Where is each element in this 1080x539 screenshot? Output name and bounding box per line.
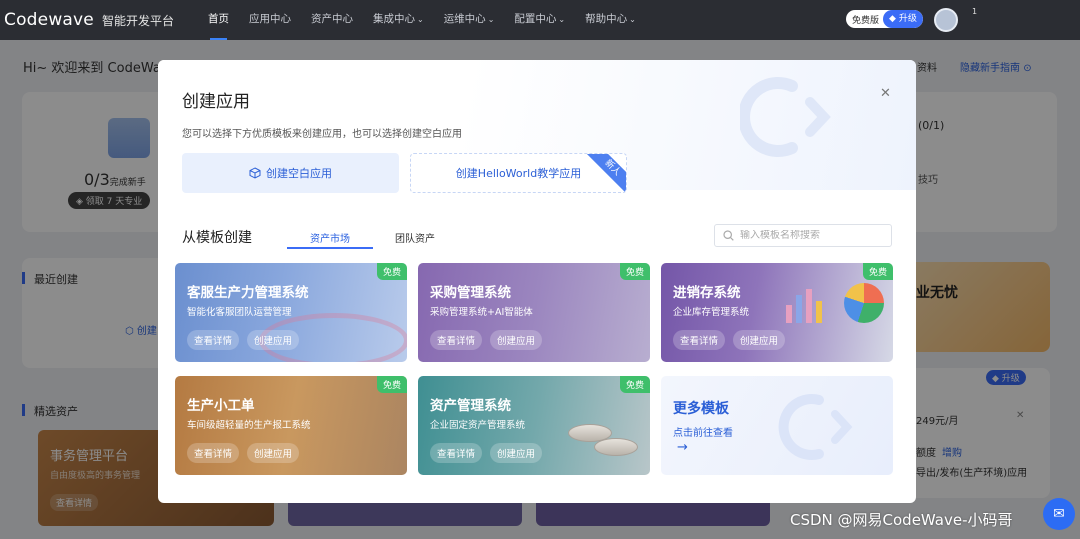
arrow-right-icon: → — [677, 440, 688, 455]
chat-icon[interactable]: ✉ — [1043, 498, 1075, 530]
template-title: 生产小工单 — [187, 398, 255, 414]
template-search — [714, 224, 892, 247]
logo[interactable]: Codewave — [4, 10, 94, 30]
free-badge: 免费 — [619, 376, 650, 393]
chevron-down-icon: ⌄ — [487, 15, 495, 24]
template-card-work-order[interactable]: 免费 生产小工单 车间级超轻量的生产报工系统 查看详情 创建应用 — [175, 376, 407, 475]
template-subtitle: 车间级超轻量的生产报工系统 — [187, 420, 311, 431]
active-tab-indicator — [287, 247, 373, 249]
template-card-procurement[interactable]: 免费 采购管理系统 采购管理系统+AI智能体 查看详情 创建应用 — [418, 263, 650, 362]
cube-icon — [249, 167, 261, 179]
chevron-down-icon: ⌄ — [558, 15, 566, 24]
tab-team-assets[interactable]: 团队资产 — [395, 230, 435, 245]
create-app-modal: 创建应用 ✕ 您可以选择下方优质模板来创建应用，也可以选择创建空白应用 创建空白… — [158, 60, 916, 503]
template-subtitle: 智能化客服团队运营管理 — [187, 307, 292, 318]
template-title: 采购管理系统 — [430, 285, 511, 301]
codewave-logo-icon — [740, 77, 831, 157]
view-details-button[interactable]: 查看详情 — [673, 330, 726, 350]
create-helloworld-app-button[interactable]: 创建HelloWorld教学应用 新人 — [410, 153, 627, 193]
upgrade-button[interactable]: ◆ 升级 — [883, 10, 923, 28]
create-app-button[interactable]: 创建应用 — [490, 330, 543, 350]
pie-chart-illustration — [844, 283, 884, 323]
chevron-down-icon: ⌄ — [416, 15, 424, 24]
nav-item-integration-center[interactable]: 集成中心 ⌄ — [363, 0, 434, 40]
watermark: CSDN @网易CodeWave-小码哥 — [790, 511, 1013, 529]
template-subtitle: 企业库存管理系统 — [673, 307, 750, 318]
nav-item-help-center[interactable]: 帮助中心 ⌄ — [575, 0, 646, 40]
bar-chart-illustration — [786, 283, 831, 323]
template-subtitle: 采购管理系统+AI智能体 — [430, 307, 533, 318]
template-card-customer-service[interactable]: 免费 客服生产力管理系统 智能化客服团队运营管理 查看详情 创建应用 — [175, 263, 407, 362]
top-nav-bar: Codewave 智能开发平台 首页 应用中心 资产中心 集成中心 ⌄ 运维中心 ⌄… — [0, 0, 1080, 40]
template-title: 资产管理系统 — [430, 398, 511, 414]
nav-item-asset-center[interactable]: 资产中心 — [301, 0, 363, 40]
template-title: 客服生产力管理系统 — [187, 285, 309, 301]
free-badge: 免费 — [376, 376, 407, 393]
template-card-inventory[interactable]: 免费 进销存系统 企业库存管理系统 查看详情 创建应用 — [661, 263, 893, 362]
templates-section-title: 从模板创建 — [182, 230, 252, 246]
view-details-button[interactable]: 查看详情 — [430, 443, 483, 463]
coin-illustration — [594, 438, 638, 456]
chevron-down-icon: ⌄ — [629, 15, 636, 24]
template-search-input[interactable] — [740, 230, 880, 241]
plan-label: 免费版 — [852, 15, 880, 26]
user-name[interactable]: 1 — [972, 6, 977, 18]
more-templates-title: 更多模板 — [673, 401, 729, 417]
create-app-button[interactable]: 创建应用 — [247, 443, 300, 463]
tab-asset-market[interactable]: 资产市场 — [310, 230, 350, 245]
create-blank-app-button[interactable]: 创建空白应用 — [182, 153, 399, 193]
nav-item-config-center[interactable]: 配置中心 ⌄ — [504, 0, 575, 40]
modal-description: 您可以选择下方优质模板来创建应用，也可以选择创建空白应用 — [182, 129, 462, 140]
nav-item-ops-center[interactable]: 运维中心 ⌄ — [434, 0, 505, 40]
nav-item-home[interactable]: 首页 — [198, 0, 239, 40]
create-app-button[interactable]: 创建应用 — [490, 443, 543, 463]
create-app-button[interactable]: 创建应用 — [247, 330, 300, 350]
modal-title: 创建应用 — [182, 92, 250, 112]
template-title: 进销存系统 — [673, 285, 741, 301]
free-badge: 免费 — [619, 263, 650, 280]
codewave-logo-icon — [778, 394, 853, 460]
view-details-button[interactable]: 查看详情 — [430, 330, 483, 350]
logo-subtitle: 智能开发平台 — [101, 13, 174, 28]
more-templates-card[interactable]: 更多模板 点击前往查看 → — [661, 376, 893, 475]
main-nav: 首页 应用中心 资产中心 集成中心 ⌄ 运维中心 ⌄ 配置中心 ⌄ 帮助中心 ⌄ — [198, 0, 646, 40]
close-icon[interactable]: ✕ — [880, 86, 891, 101]
create-app-button[interactable]: 创建应用 — [733, 330, 786, 350]
free-badge: 免费 — [862, 263, 893, 280]
free-badge: 免费 — [376, 263, 407, 280]
template-card-asset-management[interactable]: 免费 资产管理系统 企业固定资产管理系统 查看详情 创建应用 — [418, 376, 650, 475]
template-subtitle: 企业固定资产管理系统 — [430, 420, 526, 431]
plan-badge: 免费版 ◆ 升级 — [846, 10, 923, 28]
new-user-badge: 新人 — [585, 154, 626, 192]
avatar[interactable] — [934, 8, 958, 32]
view-details-button[interactable]: 查看详情 — [187, 443, 240, 463]
more-templates-subtitle: 点击前往查看 — [673, 428, 733, 439]
search-icon — [723, 230, 734, 241]
view-details-button[interactable]: 查看详情 — [187, 330, 240, 350]
nav-item-app-center[interactable]: 应用中心 — [239, 0, 301, 40]
